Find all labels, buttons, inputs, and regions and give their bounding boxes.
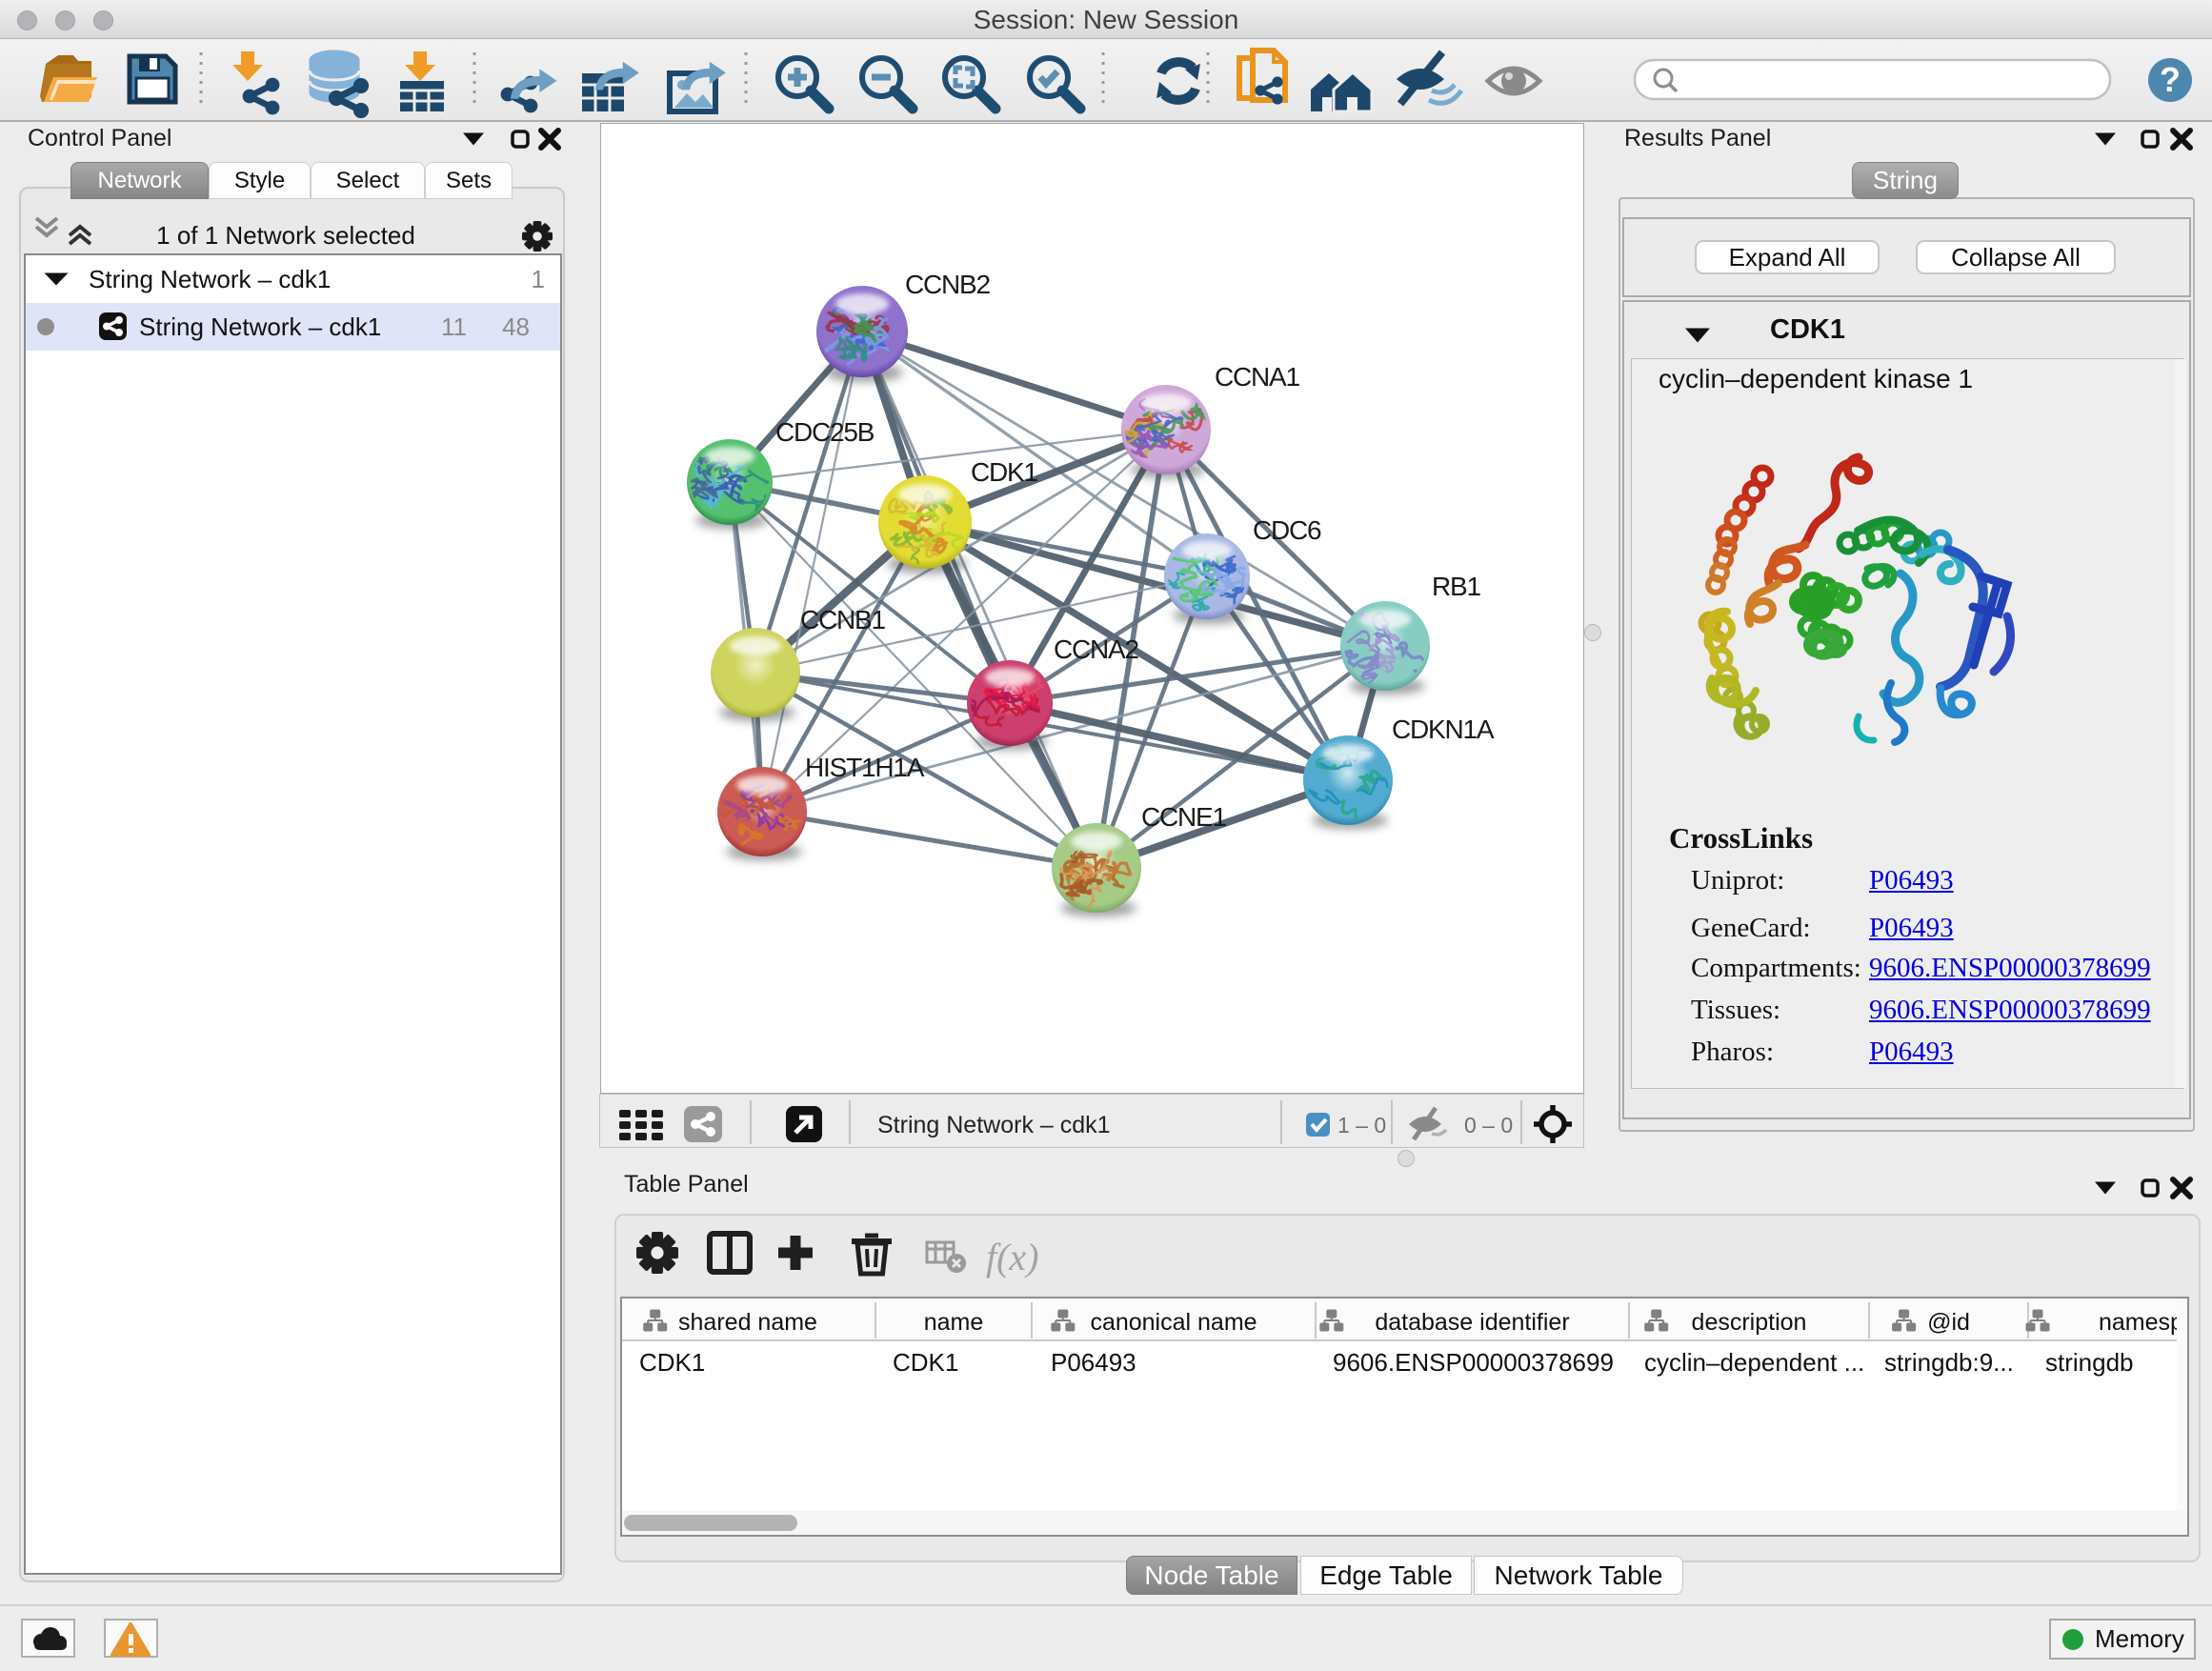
svg-text:CDC25B: CDC25B: [775, 417, 875, 447]
svg-text:CCNB1: CCNB1: [800, 605, 886, 634]
svg-text:namespace: namespace: [2099, 1309, 2187, 1336]
svg-text:name: name: [924, 1309, 984, 1336]
svg-text:RB1: RB1: [1432, 572, 1480, 601]
svg-text:@id: @id: [1927, 1309, 1970, 1336]
svg-text:shared name: shared name: [678, 1309, 817, 1336]
svg-text:String Network – cdk1: String Network – cdk1: [89, 265, 331, 293]
svg-text:CDK1: CDK1: [971, 457, 1038, 487]
svg-text:CCNB2: CCNB2: [905, 270, 991, 299]
svg-text:CDKN1A: CDKN1A: [1392, 715, 1495, 744]
svg-text:1 – 0: 1 – 0: [1337, 1113, 1386, 1137]
svg-text:String Network – cdk1: String Network – cdk1: [877, 1112, 1111, 1138]
svg-text:f(x): f(x): [986, 1236, 1039, 1278]
svg-text:CCNA2: CCNA2: [1054, 634, 1139, 664]
svg-text:0 – 0: 0 – 0: [1464, 1113, 1513, 1137]
svg-text:database identifier: database identifier: [1375, 1309, 1569, 1336]
svg-text:String Network – cdk1: String Network – cdk1: [139, 312, 381, 341]
svg-text:?: ?: [2160, 60, 2181, 99]
svg-text:CCNE1: CCNE1: [1141, 802, 1227, 832]
svg-text:description: description: [1692, 1309, 1807, 1336]
svg-text:48: 48: [502, 312, 530, 341]
svg-text:CDC6: CDC6: [1253, 515, 1321, 545]
svg-text:11: 11: [441, 312, 467, 341]
svg-text:HIST1H1A: HIST1H1A: [805, 753, 925, 782]
svg-text:CCNA1: CCNA1: [1215, 362, 1300, 392]
svg-text:1: 1: [532, 265, 545, 293]
svg-text:canonical name: canonical name: [1090, 1309, 1257, 1336]
